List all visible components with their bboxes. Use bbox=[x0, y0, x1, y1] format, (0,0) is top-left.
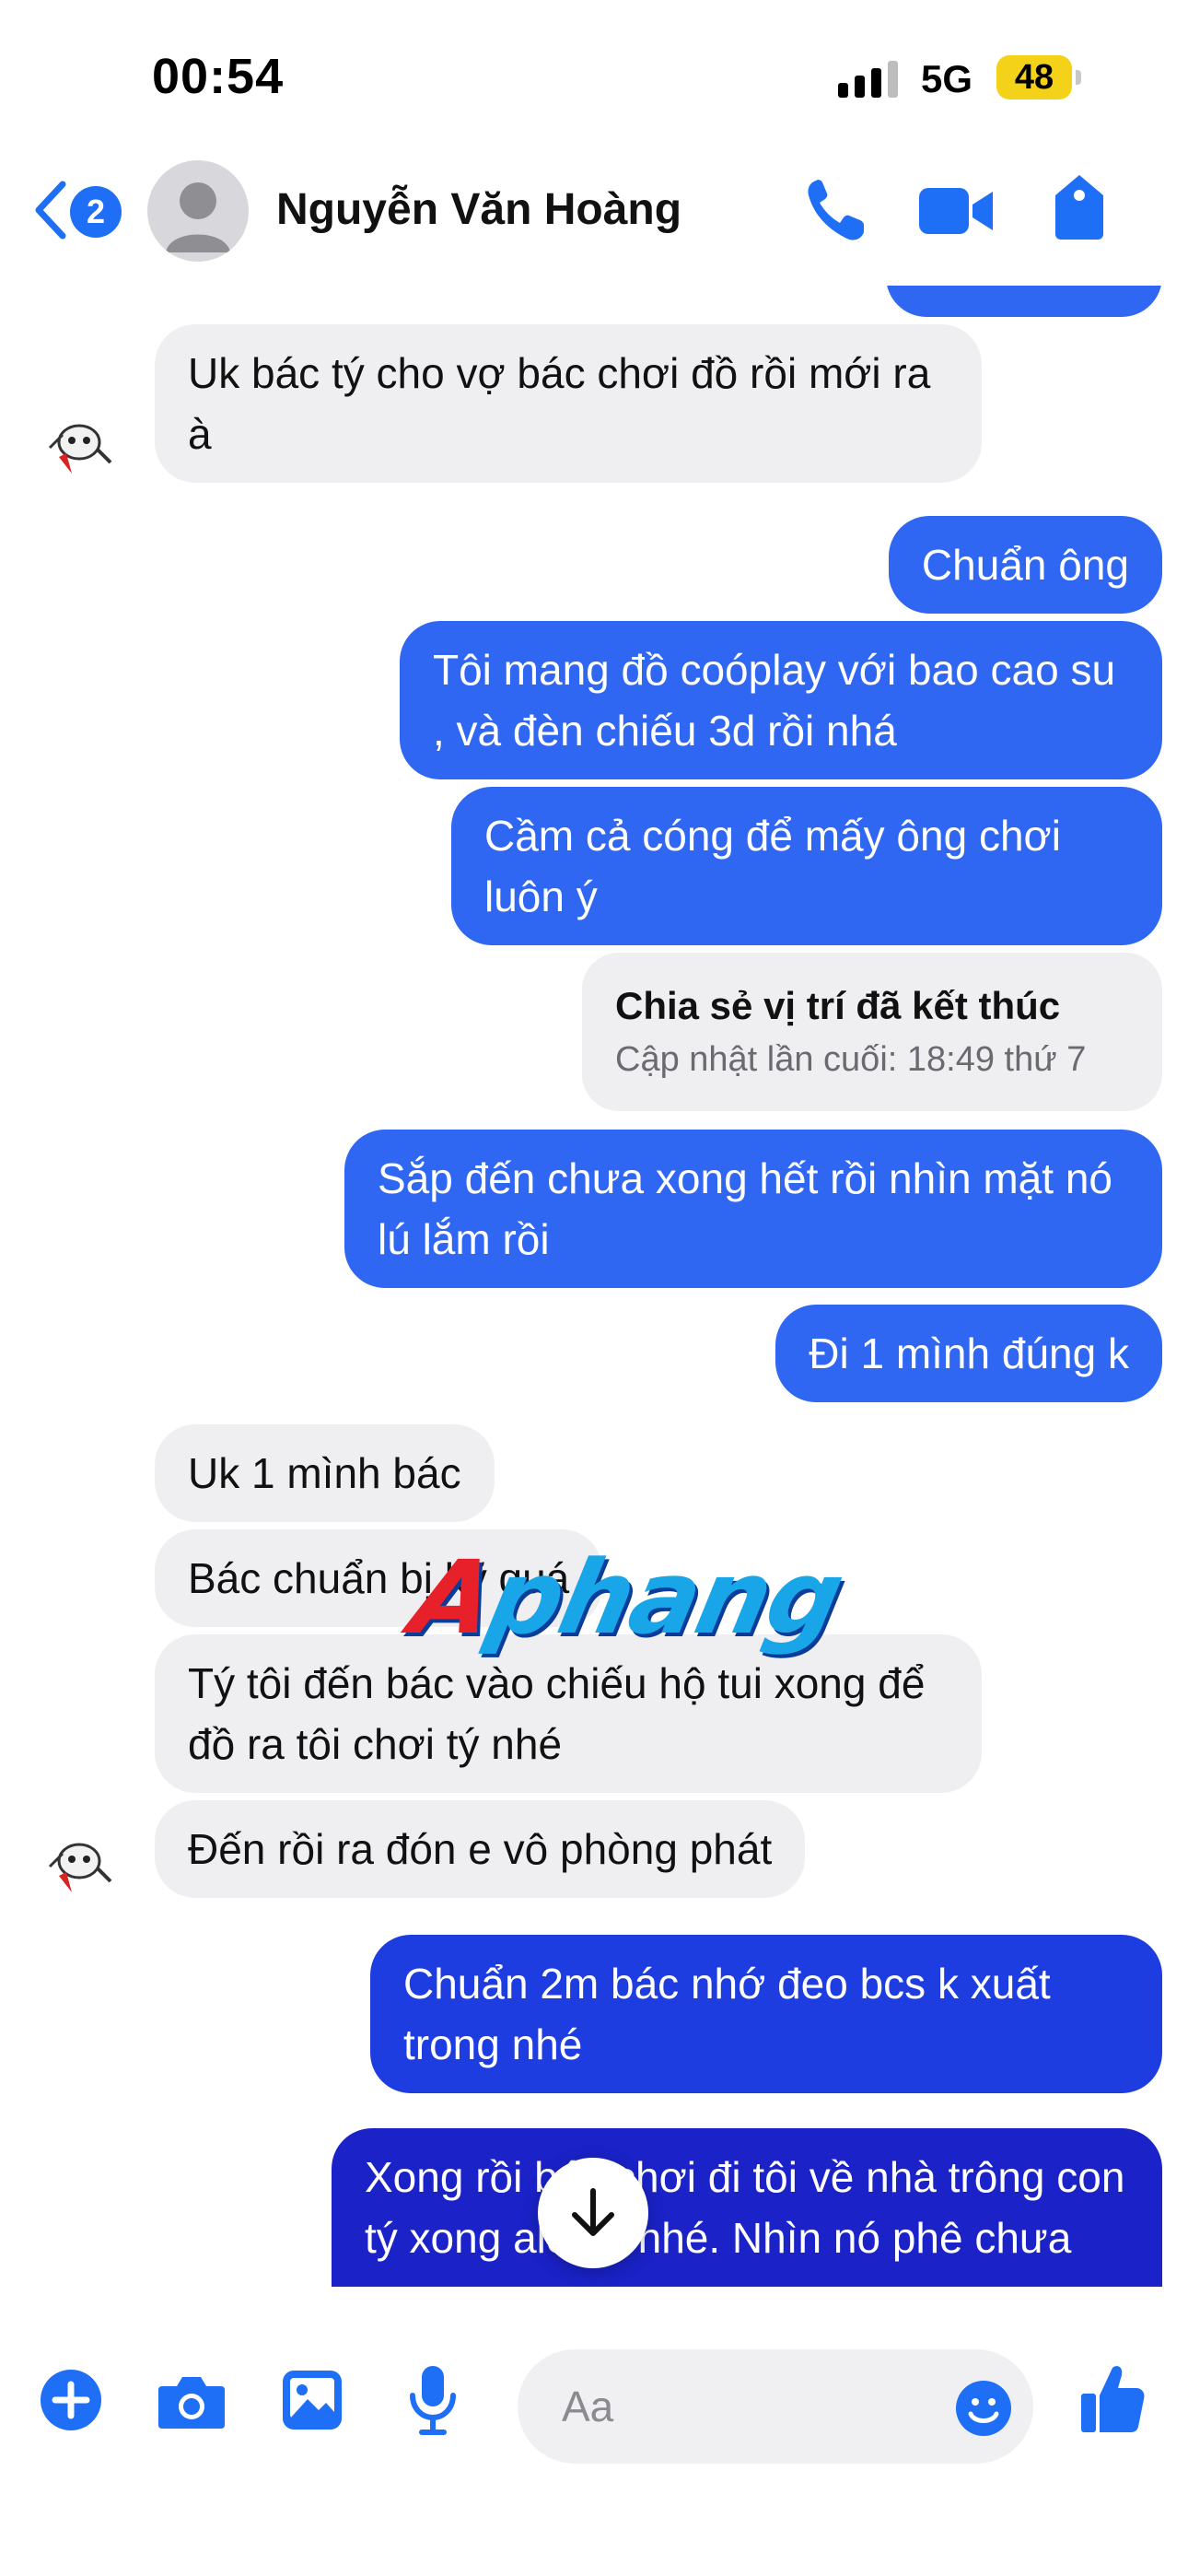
emoji-icon bbox=[956, 2381, 1011, 2436]
emoji-button[interactable] bbox=[954, 2379, 1013, 2442]
message-bubble-outgoing[interactable]: Cầm cả cóng để mấy ông chơi luôn ý bbox=[451, 787, 1162, 945]
message-bubble-outgoing[interactable]: Đi 1 mình đúng k bbox=[775, 1305, 1162, 1402]
plus-button[interactable] bbox=[39, 2368, 103, 2437]
message-bubble-outgoing[interactable]: Tôi mang đồ coóplay với bao cao su , và … bbox=[400, 621, 1162, 779]
phone-icon bbox=[808, 180, 864, 240]
message-bubble-outgoing[interactable]: Chuẩn ông bbox=[888, 516, 1162, 614]
call-button[interactable] bbox=[803, 175, 868, 250]
like-button[interactable] bbox=[1079, 2362, 1146, 2439]
message-bubble-incoming[interactable]: Đến rồi ra đón e vô phòng phát bbox=[155, 1800, 806, 1898]
video-camera-icon bbox=[919, 188, 993, 234]
thumbs-up-icon bbox=[1081, 2366, 1145, 2432]
message-bubble-incoming[interactable]: Tý tôi đến bác vào chiếu hộ tui xong để … bbox=[155, 1634, 982, 1793]
contact-name[interactable]: Nguyễn Văn Hoàng bbox=[276, 184, 681, 235]
unread-badge: 2 bbox=[70, 186, 122, 238]
message-list[interactable]: Uk bác tý cho vợ bác chơi đồ rồi mới ra … bbox=[0, 286, 1188, 2322]
message-bubble-incoming[interactable]: Uk 1 mình bác bbox=[155, 1424, 495, 1522]
sticker-avatar-icon bbox=[41, 406, 122, 487]
contact-avatar[interactable] bbox=[147, 160, 249, 262]
composer-bar bbox=[0, 2322, 1188, 2576]
message-bubble-outgoing[interactable]: Chuẩn 2m bác nhớ đeo bcs k xuất trong nh… bbox=[370, 1935, 1162, 2093]
location-share-title: Chia sẻ vị trí đã kết thúc bbox=[615, 984, 1061, 1027]
status-bar: 00:54 5G 48 bbox=[0, 0, 1188, 147]
gallery-button[interactable] bbox=[280, 2368, 344, 2437]
chevron-left-icon bbox=[35, 181, 66, 240]
battery-icon: 48 bbox=[996, 55, 1072, 100]
network-type: 5G bbox=[921, 57, 973, 100]
battery-cap bbox=[1076, 70, 1081, 85]
location-share-subtitle: Cập nhật lần cuối: 18:49 thứ 7 bbox=[615, 1040, 1087, 1079]
scroll-to-bottom-button[interactable] bbox=[538, 2158, 648, 2268]
message-bubble-incoming[interactable]: Uk bác tý cho vợ bác chơi đồ rồi mới ra … bbox=[155, 324, 982, 483]
video-call-button[interactable] bbox=[917, 184, 995, 242]
arrow-down-icon bbox=[572, 2188, 614, 2236]
plus-circle-icon bbox=[41, 2370, 101, 2430]
camera-button[interactable] bbox=[157, 2371, 227, 2435]
tag-icon bbox=[1055, 175, 1103, 240]
message-input[interactable] bbox=[562, 2373, 912, 2440]
chat-header: 2 Nguyễn Văn Hoàng bbox=[0, 147, 1188, 286]
microphone-button[interactable] bbox=[407, 2364, 459, 2441]
image-icon bbox=[283, 2371, 342, 2430]
back-button[interactable]: 2 bbox=[31, 177, 133, 251]
message-bubble-outgoing[interactable]: Sắp đến chưa xong hết rồi nhìn mặt nó lú… bbox=[344, 1130, 1162, 1288]
status-time: 00:54 bbox=[152, 49, 285, 104]
location-share-card[interactable]: Chia sẻ vị trí đã kết thúc Cập nhật lần … bbox=[582, 953, 1162, 1111]
peer-avatar[interactable] bbox=[41, 405, 123, 488]
message-bubble-outgoing[interactable]: Xong rồi bác chơi đi tôi về nhà trông co… bbox=[332, 2128, 1162, 2287]
person-icon bbox=[166, 182, 230, 252]
peer-avatar[interactable] bbox=[41, 1824, 123, 1907]
tag-button[interactable] bbox=[1050, 171, 1109, 246]
signal-icon bbox=[838, 61, 898, 98]
camera-icon bbox=[158, 2377, 225, 2429]
microphone-icon bbox=[410, 2366, 456, 2435]
watermark-logo: Aphang bbox=[402, 1539, 853, 1657]
message-bubble-partial[interactable] bbox=[886, 286, 1162, 317]
sticker-avatar-icon bbox=[41, 1825, 122, 1906]
